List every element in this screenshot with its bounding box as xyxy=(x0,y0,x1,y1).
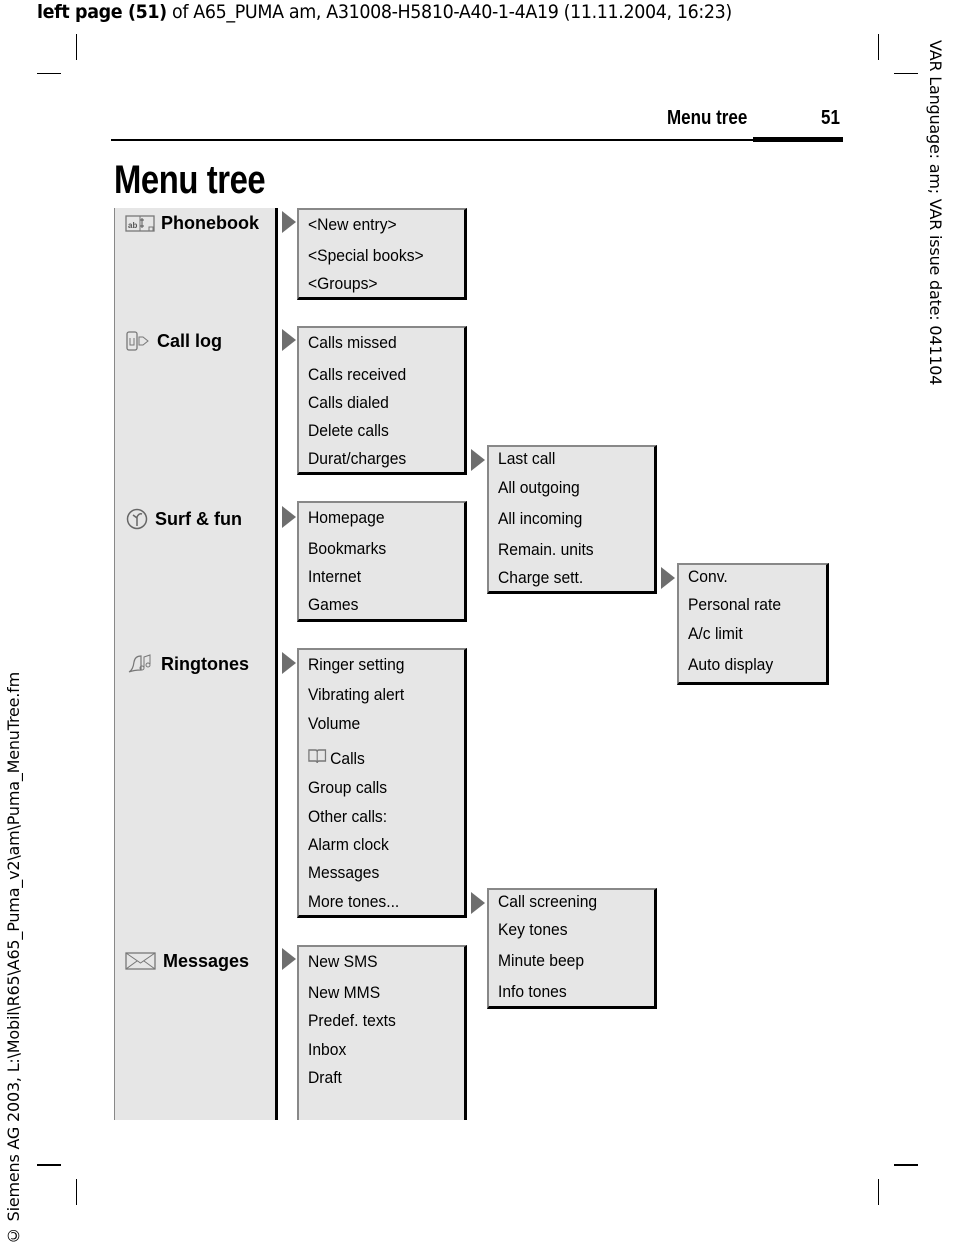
submenu-item[interactable]: Auto display xyxy=(688,655,773,675)
triangle-right-icon xyxy=(282,329,296,351)
submenu-item[interactable]: Other calls: xyxy=(308,807,387,827)
submenu-item[interactable]: Ringer setting xyxy=(308,655,404,675)
submenu-item[interactable]: Predef. texts xyxy=(308,1011,396,1031)
submenu-item[interactable]: Last call xyxy=(498,449,555,469)
submenu-item[interactable]: More tones... xyxy=(308,892,399,912)
header-rule xyxy=(111,139,753,141)
phonebook-icon: ab xyxy=(125,212,155,234)
submenu-item[interactable]: Minute beep xyxy=(498,951,584,971)
crop-mark xyxy=(76,34,77,60)
main-menu-item-phonebook[interactable]: ab Phonebook xyxy=(125,212,259,234)
submenu-item[interactable]: New MMS xyxy=(308,983,380,1003)
envelope-icon xyxy=(125,950,157,972)
submenu-item[interactable]: Inbox xyxy=(308,1040,346,1060)
main-menu-item-call-log[interactable]: Call log xyxy=(125,330,222,352)
submenu-item[interactable]: All outgoing xyxy=(498,478,580,498)
triangle-right-icon xyxy=(282,506,296,528)
side-file-path-text: © Siemens AG 2003, L:\Mobil\R65\A65_Puma… xyxy=(4,671,23,1245)
submenu-item[interactable]: Games xyxy=(308,595,358,615)
running-header-title: Menu tree xyxy=(667,107,748,129)
crop-mark xyxy=(37,73,61,74)
submenu-item[interactable]: New SMS xyxy=(308,952,378,972)
submenu-item[interactable]: Conv. xyxy=(688,567,728,587)
submenu-item[interactable]: Info tones xyxy=(498,982,567,1002)
submenu-item[interactable]: Internet xyxy=(308,567,361,587)
crop-mark xyxy=(878,34,879,60)
submenu-more-tones: Call screening Key tones Minute beep Inf… xyxy=(487,888,657,1009)
submenu-item[interactable]: <Special books> xyxy=(308,246,424,266)
submenu-item[interactable]: Remain. units xyxy=(498,540,594,560)
submenu-item[interactable]: Charge sett. xyxy=(498,568,583,588)
header-rule-accent xyxy=(753,137,843,142)
main-menu-item-messages[interactable]: Messages xyxy=(125,950,249,972)
submenu-charge-sett: Conv. Personal rate A/c limit Auto displ… xyxy=(677,563,829,685)
submenu-item-phonebook-calls[interactable]: Calls xyxy=(308,748,365,769)
submenu-item-label: Calls xyxy=(330,748,365,768)
triangle-right-icon xyxy=(471,449,485,471)
crop-mark xyxy=(37,1164,61,1166)
submenu-item[interactable]: Delete calls xyxy=(308,421,389,441)
surf-fun-icon xyxy=(125,508,149,530)
submenu-surf-fun: Homepage Bookmarks Internet Games xyxy=(297,501,467,622)
submenu-call-log: Calls missed Calls received Calls dialed… xyxy=(297,326,467,475)
print-header: left page (51) of A65_PUMA am, A31008-H5… xyxy=(37,0,732,24)
triangle-right-icon xyxy=(661,567,675,589)
print-header-bold: left page (51) xyxy=(37,1,167,23)
crop-mark xyxy=(76,1179,77,1205)
submenu-item[interactable]: Vibrating alert xyxy=(308,685,404,705)
submenu-item[interactable]: Homepage xyxy=(308,508,385,528)
submenu-item[interactable]: Key tones xyxy=(498,920,568,940)
submenu-item[interactable]: Bookmarks xyxy=(308,539,386,559)
submenu-item[interactable]: A/c limit xyxy=(688,624,743,644)
main-menu-column: ab Phonebook Call log Surf & fun Rington… xyxy=(114,208,278,1120)
page-title: Menu tree xyxy=(114,158,266,202)
side-var-info: VAR Language: am; VAR issue date: 041104 xyxy=(926,40,945,386)
submenu-item[interactable]: <Groups> xyxy=(308,274,378,294)
triangle-right-icon xyxy=(282,652,296,674)
main-menu-label: Messages xyxy=(163,950,250,971)
book-icon xyxy=(308,748,327,769)
running-header-page-number: 51 xyxy=(821,107,840,129)
submenu-item[interactable]: Draft xyxy=(308,1068,342,1088)
submenu-item[interactable]: Call screening xyxy=(498,892,597,912)
triangle-right-icon xyxy=(282,211,296,233)
main-menu-item-ringtones[interactable]: Ringtones xyxy=(125,653,249,675)
side-file-path: © Siemens AG 2003, L:\Mobil\R65\A65_Puma… xyxy=(4,645,26,1245)
submenu-item[interactable]: Group calls xyxy=(308,778,387,798)
submenu-item[interactable]: Durat/charges xyxy=(308,449,406,469)
submenu-item[interactable]: Alarm clock xyxy=(308,835,389,855)
submenu-phonebook: <New entry> <Special books> <Groups> xyxy=(297,208,467,300)
triangle-right-icon xyxy=(471,892,485,914)
submenu-messages: New SMS New MMS Predef. texts Inbox Draf… xyxy=(297,945,467,1120)
ringtones-icon xyxy=(125,653,155,675)
submenu-item[interactable]: Calls missed xyxy=(308,333,397,353)
submenu-item[interactable]: Calls dialed xyxy=(308,393,389,413)
crop-mark xyxy=(894,73,918,74)
submenu-item[interactable]: Volume xyxy=(308,714,360,734)
submenu-ringtones: Ringer setting Vibrating alert Volume Ca… xyxy=(297,648,467,918)
call-log-icon xyxy=(125,330,151,352)
print-header-rest: of A65_PUMA am, A31008-H5810-A40-1-4A19 … xyxy=(166,1,732,23)
main-menu-label: Call log xyxy=(157,330,223,351)
submenu-item[interactable]: Personal rate xyxy=(688,595,781,615)
submenu-durat-charges: Last call All outgoing All incoming Rema… xyxy=(487,445,657,594)
triangle-right-icon xyxy=(282,948,296,970)
submenu-item[interactable]: Messages xyxy=(308,863,379,883)
main-menu-label: Phonebook xyxy=(161,212,259,233)
crop-mark xyxy=(894,1164,918,1166)
main-menu-label: Surf & fun xyxy=(155,508,242,529)
submenu-item[interactable]: Calls received xyxy=(308,365,406,385)
crop-mark xyxy=(878,1179,879,1205)
submenu-item[interactable]: All incoming xyxy=(498,509,582,529)
submenu-item[interactable]: <New entry> xyxy=(308,215,397,235)
svg-text:ab: ab xyxy=(128,221,137,230)
main-menu-label: Ringtones xyxy=(161,653,249,674)
main-menu-item-surf-fun[interactable]: Surf & fun xyxy=(125,508,242,530)
